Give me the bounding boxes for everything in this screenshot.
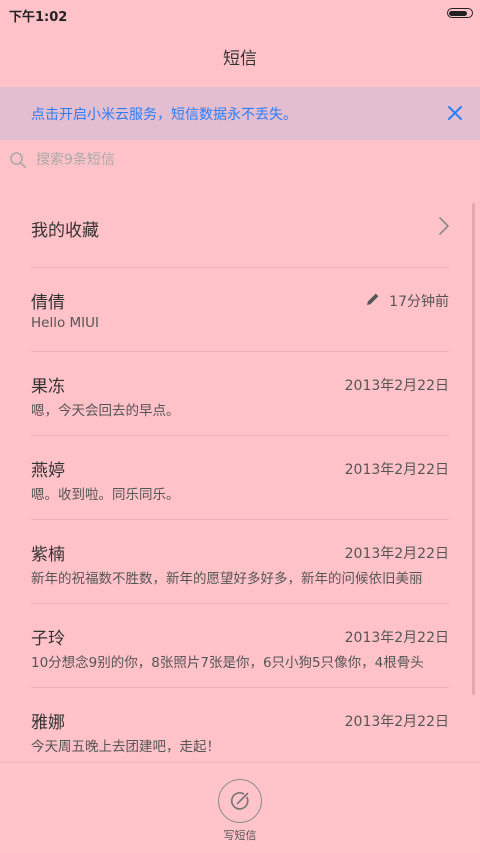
message-preview: 嗯。收到啦。同乐同乐。 — [31, 487, 180, 503]
page-title: 短信 — [223, 49, 257, 69]
close-icon[interactable] — [444, 102, 466, 124]
message-preview: 今天周五晚上去团建吧，走起！ — [31, 739, 220, 755]
conversation-item[interactable]: 紫楠 2013年2月22日 新年的祝福数不胜数，新年的愿望好多好多，新年的问候依… — [0, 520, 480, 604]
battery-level — [449, 10, 467, 16]
message-time: 2013年2月22日 — [344, 378, 449, 394]
message-time: 17分钟前 — [389, 294, 449, 310]
banner-text[interactable]: 点击开启小米云服务，短信数据永不丢失。 — [31, 104, 297, 124]
message-time: 2013年2月22日 — [344, 462, 449, 478]
contact-name: 燕婷 — [31, 461, 65, 481]
message-preview: 10分想念9别的你，8张照片7张是你，6只小狗5只像你，4根骨头 — [31, 655, 424, 671]
message-preview: 嗯，今天会回去的早点。 — [31, 403, 180, 419]
status-bar: 下午1:02 — [0, 0, 480, 28]
conversation-item[interactable]: 子玲 2013年2月22日 10分想念9别的你，8张照片7张是你，6只小狗5只像… — [0, 604, 480, 688]
favorites-item[interactable]: 我的收藏 — [0, 186, 480, 268]
cloud-service-banner[interactable]: 点击开启小米云服务，短信数据永不丢失。 — [0, 87, 480, 140]
conversation-list[interactable]: 倩倩 17分钟前 Hello MIUI 果冻 2013年2月22日 嗯，今天会回… — [0, 268, 480, 762]
conversation-item[interactable]: 果冻 2013年2月22日 嗯，今天会回去的早点。 — [0, 352, 480, 436]
message-preview: Hello MIUI — [31, 315, 100, 331]
chevron-right-icon — [439, 217, 449, 235]
message-preview: 新年的祝福数不胜数，新年的愿望好多好多，新年的问候依旧美丽 — [31, 571, 423, 587]
draft-pencil-icon — [367, 293, 379, 305]
contact-name: 紫楠 — [31, 545, 65, 565]
compose-label[interactable]: 写短信 — [0, 827, 480, 843]
battery-icon — [447, 8, 473, 18]
message-time: 2013年2月22日 — [344, 546, 449, 562]
conversation-item[interactable]: 燕婷 2013年2月22日 嗯。收到啦。同乐同乐。 — [0, 436, 480, 520]
conversation-item[interactable]: 雅娜 2013年2月22日 今天周五晚上去团建吧，走起！ — [0, 688, 480, 762]
message-time: 2013年2月22日 — [344, 714, 449, 730]
contact-name: 子玲 — [31, 629, 65, 649]
conversation-item[interactable]: 倩倩 17分钟前 Hello MIUI — [0, 268, 480, 352]
favorites-label: 我的收藏 — [31, 221, 99, 241]
scrollbar[interactable] — [472, 203, 475, 695]
compose-icon — [230, 792, 249, 810]
status-time: 下午1:02 — [9, 10, 68, 25]
search-input[interactable] — [36, 152, 436, 168]
message-time: 2013年2月22日 — [344, 630, 449, 646]
search-bar[interactable] — [0, 140, 480, 184]
bottom-bar: 写短信 — [0, 762, 480, 853]
contact-name: 雅娜 — [31, 713, 65, 733]
contact-name: 倩倩 — [31, 293, 65, 313]
compose-button[interactable] — [218, 779, 262, 823]
search-icon — [10, 152, 26, 168]
contact-name: 果冻 — [31, 377, 65, 397]
